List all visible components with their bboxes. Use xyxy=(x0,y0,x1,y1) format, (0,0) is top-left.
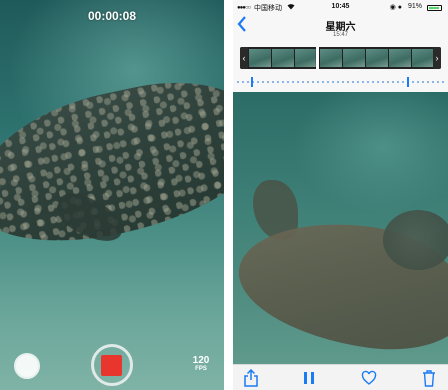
battery-icon xyxy=(427,5,442,11)
film-frame xyxy=(389,49,411,67)
trim-handle-left[interactable]: ‹ xyxy=(240,47,248,69)
film-frame xyxy=(272,49,294,67)
video-editor-screen: ●●●○○ 中国移动 10:45 ◉ ● 91% 星期六 15:47 ‹ › xyxy=(233,0,448,390)
bottom-toolbar xyxy=(233,364,448,390)
playhead[interactable] xyxy=(316,47,319,69)
film-frame xyxy=(366,49,388,67)
slow-motion-range-bar[interactable] xyxy=(237,77,444,87)
film-frame xyxy=(320,49,342,67)
page-title: 星期六 xyxy=(325,22,356,33)
trim-handle-right[interactable]: › xyxy=(433,47,441,69)
trash-icon[interactable] xyxy=(421,369,439,387)
page-subtitle: 15:47 xyxy=(332,32,348,38)
film-frame xyxy=(249,49,271,67)
shutter-circle-icon[interactable] xyxy=(14,353,40,379)
seal-head-image xyxy=(383,210,448,270)
slow-motion-start-marker[interactable] xyxy=(251,77,253,87)
fps-indicator: 120 FPS xyxy=(186,355,216,373)
camera-screen: 00:00:08 120 FPS xyxy=(0,0,224,390)
share-icon[interactable] xyxy=(243,368,261,387)
pause-icon[interactable] xyxy=(301,369,319,387)
fps-value: 120 xyxy=(192,355,210,366)
film-frame xyxy=(295,49,317,67)
editor-header: ●●●○○ 中国移动 10:45 ◉ ● 91% 星期六 15:47 ‹ › xyxy=(233,0,448,92)
status-bar: ●●●○○ 中国移动 10:45 ◉ ● 91% xyxy=(237,3,444,14)
film-frame xyxy=(412,49,434,67)
film-frame xyxy=(343,49,365,67)
record-stop-icon[interactable] xyxy=(101,355,122,376)
heart-icon[interactable] xyxy=(361,369,379,387)
recording-timer: 00:00:08 xyxy=(87,9,137,23)
fps-unit: FPS xyxy=(195,366,207,372)
slow-motion-end-marker[interactable] xyxy=(407,77,409,87)
slow-motion-track xyxy=(237,81,444,83)
video-filmstrip[interactable]: ‹ › xyxy=(240,47,441,69)
battery-percent: 91% xyxy=(407,3,422,10)
alarm-icon: ◉ ● xyxy=(389,4,402,11)
